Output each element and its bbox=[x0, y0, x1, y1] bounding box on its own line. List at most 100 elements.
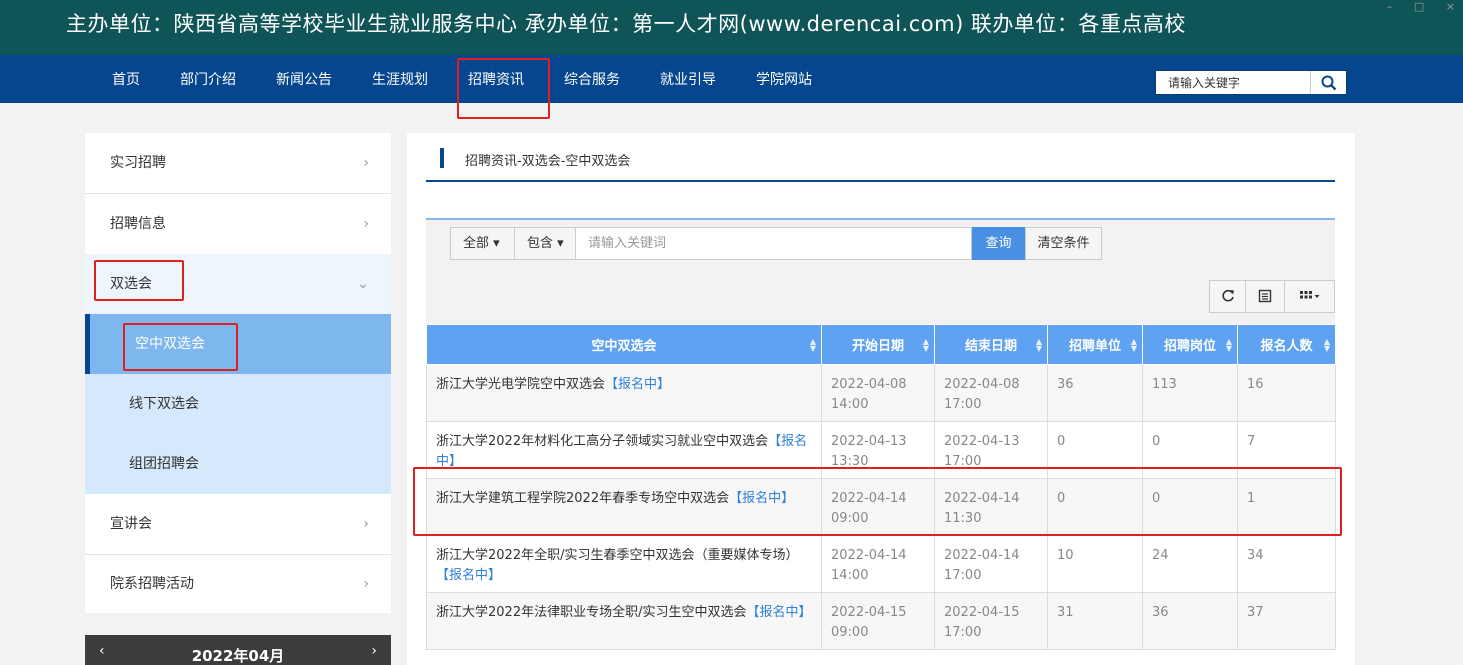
site-search-input[interactable] bbox=[1156, 71, 1311, 94]
restore-icon[interactable]: □ bbox=[1414, 0, 1424, 13]
nav-item-home[interactable]: 首页 bbox=[112, 55, 140, 103]
nav-item-departments[interactable]: 部门介绍 bbox=[180, 55, 236, 103]
query-button[interactable]: 查询 bbox=[972, 227, 1025, 260]
column-header-units[interactable]: 招聘单位 ▲ ▼ bbox=[1047, 324, 1143, 365]
end-date-cell: 2022-04-15 17:00 bbox=[934, 592, 1048, 650]
sidebar-item-job-info[interactable]: 招聘信息 › bbox=[85, 194, 391, 254]
nav-item-career[interactable]: 生涯规划 bbox=[372, 55, 428, 103]
fair-name[interactable]: 浙江大学2022年材料化工高分子领域实习就业空中双选会 bbox=[436, 434, 768, 449]
applicants-cell: 37 bbox=[1237, 592, 1336, 650]
column-header-label: 招聘单位 bbox=[1068, 339, 1121, 354]
highlight-job-fair bbox=[94, 260, 184, 301]
sort-icon: ▲ ▼ bbox=[1323, 337, 1330, 353]
nav-item-colleges[interactable]: 学院网站 bbox=[756, 55, 812, 103]
column-header-posts[interactable]: 招聘岗位 ▲ ▼ bbox=[1142, 324, 1238, 365]
column-header-start[interactable]: 开始日期 ▲ ▼ bbox=[821, 324, 935, 365]
posts-cell: 36 bbox=[1142, 592, 1238, 650]
posts-cell: 113 bbox=[1142, 364, 1238, 422]
nav-item-news[interactable]: 新闻公告 bbox=[276, 55, 332, 103]
scope-select-value: 全部 bbox=[463, 236, 490, 251]
sidebar-item-presentation[interactable]: 宣讲会 › bbox=[85, 494, 391, 554]
nav-item-guidance[interactable]: 就业引导 bbox=[660, 55, 716, 103]
column-header-label: 结束日期 bbox=[964, 339, 1017, 354]
columns-icon bbox=[1299, 291, 1319, 299]
fair-name[interactable]: 浙江大学2022年法律职业专场全职/实习生空中双选会 bbox=[436, 605, 746, 620]
sidebar: 实习招聘 › 招聘信息 › 双选会 ⌄ 空中双选会 线下双选会 组团招聘会 宣讲… bbox=[85, 133, 391, 613]
chevron-right-icon: › bbox=[363, 516, 369, 532]
window-controls: – □ × bbox=[1369, 0, 1455, 13]
fair-name-cell[interactable]: 浙江大学2022年法律职业专场全职/实习生空中双选会【报名中】 bbox=[426, 592, 822, 650]
fair-name[interactable]: 浙江大学2022年全职/实习生春季空中双选会（重要媒体专场） bbox=[436, 548, 798, 563]
applicants-cell: 16 bbox=[1237, 364, 1336, 422]
sort-icon: ▲ ▼ bbox=[1035, 337, 1042, 353]
sidebar-item-label: 宣讲会 bbox=[110, 516, 152, 532]
column-header-label: 招聘岗位 bbox=[1163, 339, 1216, 354]
units-cell: 31 bbox=[1047, 592, 1143, 650]
search-icon bbox=[1321, 75, 1337, 91]
applicants-cell: 34 bbox=[1237, 535, 1336, 593]
posts-cell: 24 bbox=[1142, 535, 1238, 593]
fair-name[interactable]: 浙江大学光电学院空中双选会 bbox=[436, 377, 605, 392]
content-panel: 招聘资讯-双选会-空中双选会 全部 ▾ 包含 ▾ 请输入关键词 查询 清空条件 bbox=[407, 133, 1355, 665]
calendar: ‹ 2022年04月 › bbox=[85, 635, 391, 665]
sort-icon: ▲ ▼ bbox=[922, 337, 929, 353]
keyword-input[interactable]: 请输入关键词 bbox=[575, 227, 972, 260]
search-button[interactable] bbox=[1310, 71, 1346, 94]
sort-icon: ▲ ▼ bbox=[1130, 337, 1137, 353]
clear-button[interactable]: 清空条件 bbox=[1025, 227, 1102, 260]
column-header-name[interactable]: 空中双选会 ▲ ▼ bbox=[426, 324, 822, 365]
active-indicator bbox=[85, 314, 90, 374]
breadcrumb-underline bbox=[426, 180, 1335, 182]
start-date-cell: 2022-04-14 14:00 bbox=[821, 535, 935, 593]
toggle-view-button[interactable] bbox=[1245, 280, 1285, 313]
chevron-right-icon: › bbox=[363, 576, 369, 592]
column-header-applicants[interactable]: 报名人数 ▲ ▼ bbox=[1237, 324, 1336, 365]
column-header-label: 空中双选会 bbox=[591, 339, 657, 354]
table-row: 浙江大学2022年法律职业专场全职/实习生空中双选会【报名中】 2022-04-… bbox=[426, 592, 1336, 650]
table-toolbar bbox=[426, 273, 1335, 325]
start-date-cell: 2022-04-15 09:00 bbox=[821, 592, 935, 650]
highlight-online-fair bbox=[123, 323, 238, 371]
status-link[interactable]: 【报名中】 bbox=[436, 568, 501, 583]
mode-select[interactable]: 包含 ▾ bbox=[514, 227, 576, 260]
sidebar-item-label: 实习招聘 bbox=[110, 155, 166, 171]
column-header-label: 开始日期 bbox=[851, 339, 904, 354]
close-icon[interactable]: × bbox=[1446, 0, 1455, 13]
sidebar-item-internship[interactable]: 实习招聘 › bbox=[85, 133, 391, 193]
site-banner: 主办单位：陕西省高等学校毕业生就业服务中心 承办单位：第一人才网(www.der… bbox=[0, 0, 1463, 55]
fair-name-cell[interactable]: 浙江大学2022年全职/实习生春季空中双选会（重要媒体专场） 【报名中】 bbox=[426, 535, 822, 593]
table-header-row: 空中双选会 ▲ ▼ 开始日期 ▲ ▼ 结束日期 ▲ ▼ 招聘单位 ▲ ▼ 招聘岗位 ▲ ▼ 报名人数… bbox=[426, 324, 1336, 365]
refresh-icon bbox=[1221, 289, 1234, 302]
breadcrumb-marker bbox=[440, 148, 444, 168]
end-date-cell: 2022-04-08 17:00 bbox=[934, 364, 1048, 422]
calendar-next-button[interactable]: › bbox=[371, 643, 377, 659]
sidebar-item-label: 组团招聘会 bbox=[129, 456, 199, 472]
sidebar-subitem-group-fair[interactable]: 组团招聘会 bbox=[85, 434, 391, 494]
status-link[interactable]: 【报名中】 bbox=[746, 605, 811, 620]
sidebar-subitem-offline-fair[interactable]: 线下双选会 bbox=[85, 374, 391, 434]
chevron-right-icon: › bbox=[363, 155, 369, 171]
list-view-icon bbox=[1258, 289, 1272, 303]
units-cell: 36 bbox=[1047, 364, 1143, 422]
column-header-end[interactable]: 结束日期 ▲ ▼ bbox=[934, 324, 1048, 365]
fair-name-cell[interactable]: 浙江大学光电学院空中双选会【报名中】 bbox=[426, 364, 822, 422]
highlight-row bbox=[413, 467, 1342, 536]
calendar-title: 2022年04月 bbox=[191, 647, 285, 665]
banner-text: 主办单位：陕西省高等学校毕业生就业服务中心 承办单位：第一人才网(www.der… bbox=[66, 12, 1186, 36]
status-link[interactable]: 【报名中】 bbox=[605, 377, 670, 392]
sidebar-item-label: 招聘信息 bbox=[110, 216, 166, 232]
site-search bbox=[1155, 70, 1347, 95]
sidebar-item-label: 线下双选会 bbox=[129, 396, 199, 412]
nav-item-services[interactable]: 综合服务 bbox=[564, 55, 620, 103]
sidebar-item-college-events[interactable]: 院系招聘活动 › bbox=[85, 554, 391, 614]
start-date-cell: 2022-04-08 14:00 bbox=[821, 364, 935, 422]
breadcrumb: 招聘资讯-双选会-空中双选会 bbox=[465, 154, 631, 169]
column-header-label: 报名人数 bbox=[1260, 339, 1313, 354]
chevron-down-icon: ⌄ bbox=[357, 276, 369, 292]
table-row: 浙江大学光电学院空中双选会【报名中】 2022-04-08 14:00 2022… bbox=[426, 364, 1336, 422]
refresh-button[interactable] bbox=[1209, 280, 1246, 313]
sort-icon: ▲ ▼ bbox=[809, 337, 816, 353]
minimize-icon[interactable]: – bbox=[1387, 0, 1393, 13]
scope-select[interactable]: 全部 ▾ bbox=[450, 227, 515, 260]
columns-button[interactable] bbox=[1284, 280, 1335, 313]
